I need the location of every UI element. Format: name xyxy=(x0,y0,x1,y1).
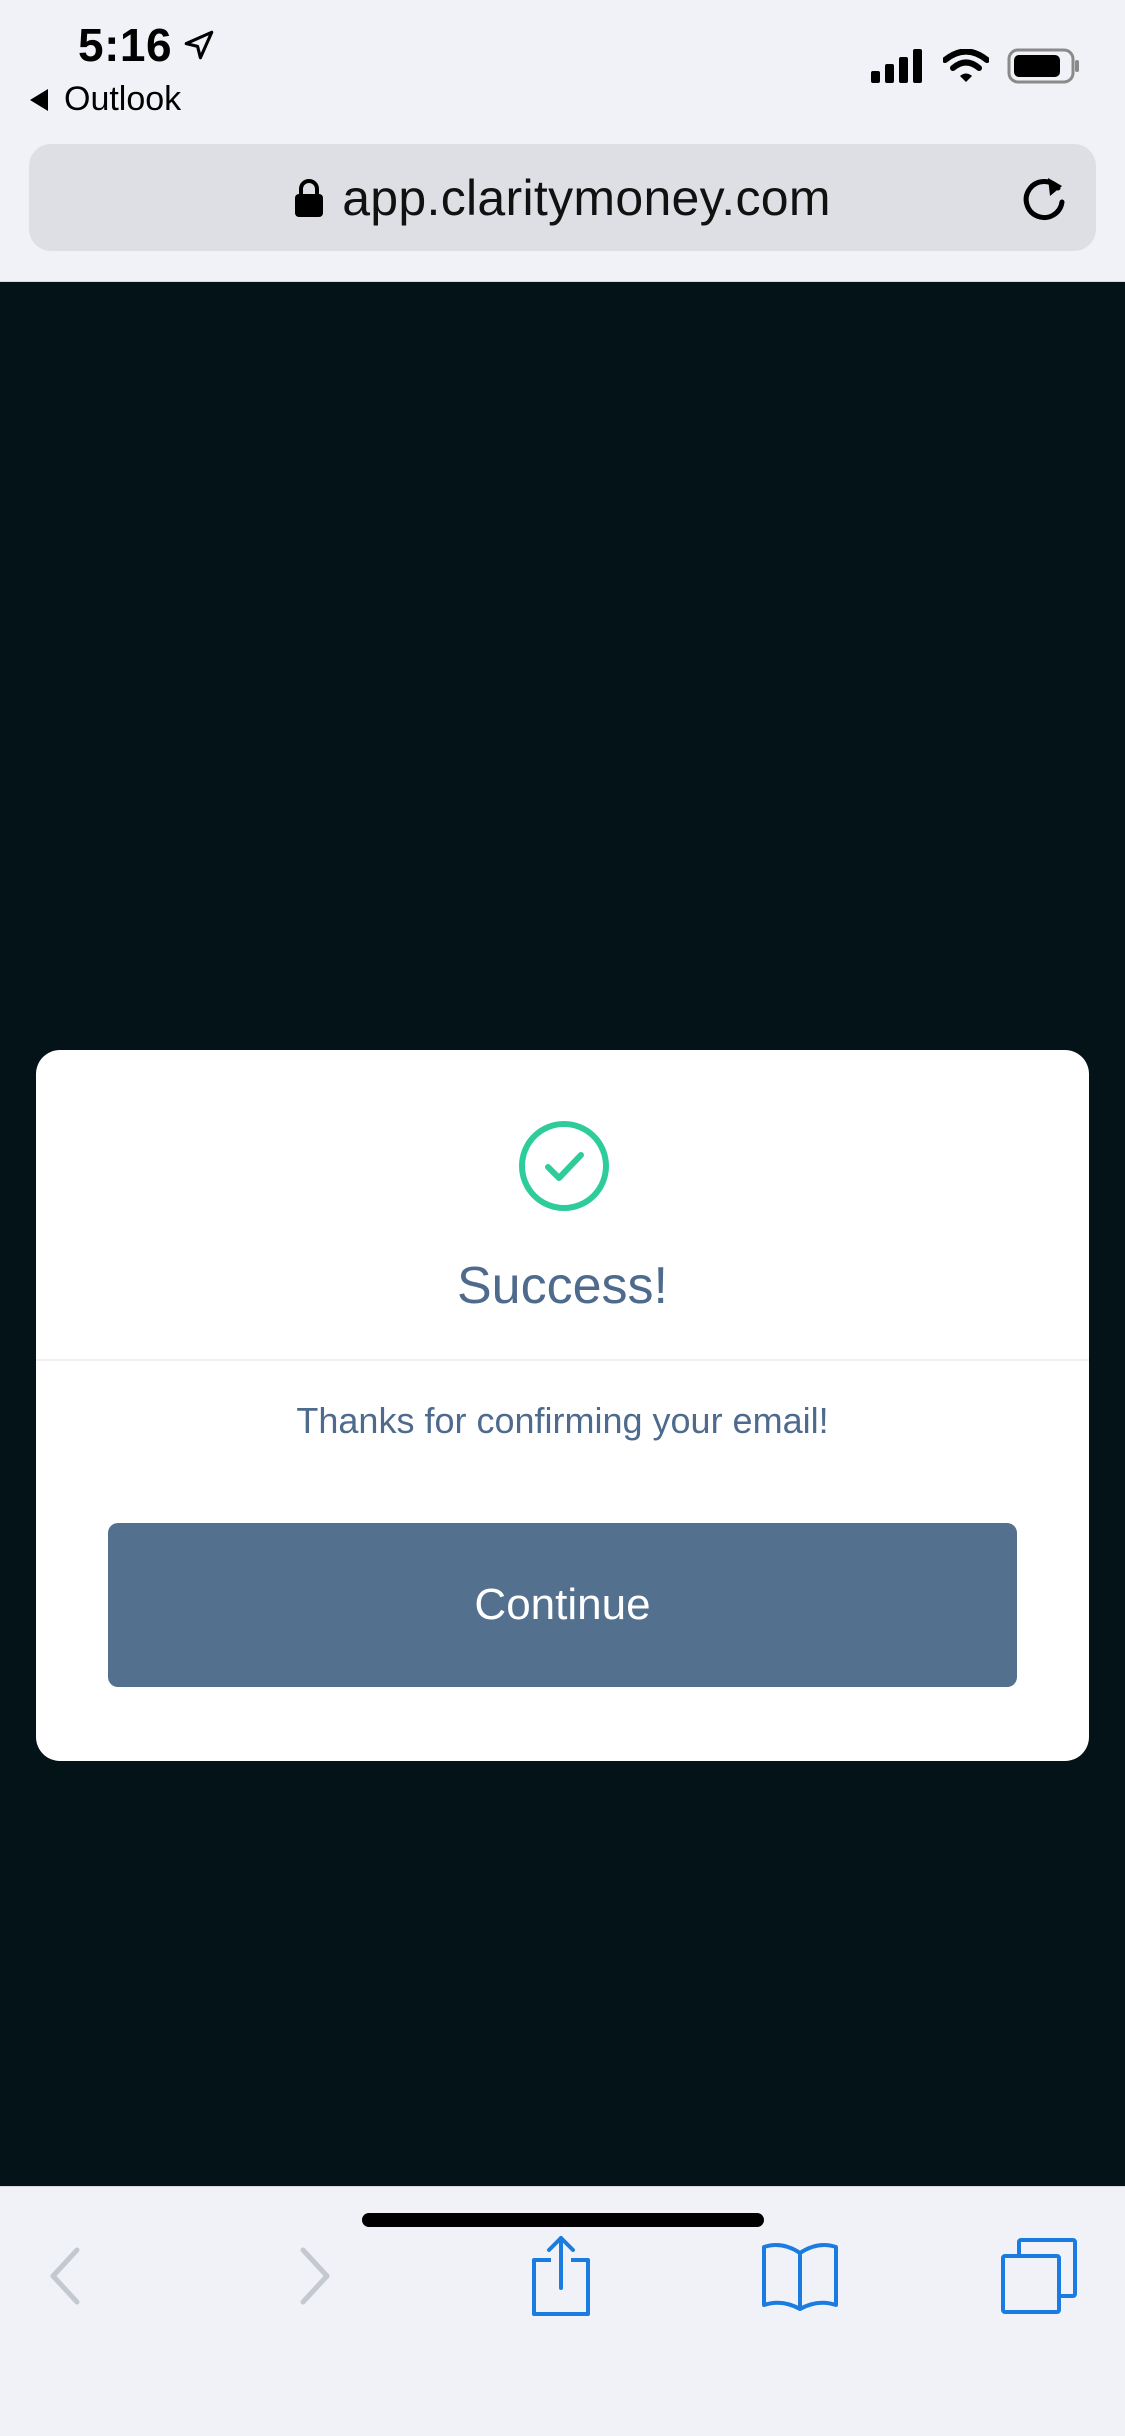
url-bar[interactable]: app.claritymoney.com xyxy=(29,144,1096,251)
cellular-signal-icon xyxy=(871,49,922,83)
modal-divider xyxy=(36,1359,1089,1361)
check-circle-icon xyxy=(519,1121,609,1211)
status-time-text: 5:16 xyxy=(78,19,173,71)
browser-top-chrome: 5:16 Outlook app.claritymoney.com xyxy=(0,0,1125,282)
tabs-icon xyxy=(1001,2238,1077,2314)
tabs-button[interactable] xyxy=(994,2231,1084,2321)
continue-button[interactable]: Continue xyxy=(108,1523,1017,1687)
share-button[interactable] xyxy=(516,2231,606,2321)
back-to-app-link[interactable]: Outlook xyxy=(28,80,181,119)
forward-icon xyxy=(300,2247,330,2305)
reload-icon[interactable] xyxy=(1018,172,1070,224)
url-text: app.claritymoney.com xyxy=(342,169,831,226)
back-button[interactable] xyxy=(20,2231,110,2321)
home-indicator xyxy=(362,2213,764,2227)
back-icon xyxy=(50,2247,80,2305)
battery-icon xyxy=(1007,48,1079,84)
url-display: app.claritymoney.com xyxy=(29,144,1096,251)
bookmarks-button[interactable] xyxy=(755,2231,845,2321)
modal-message: Thanks for confirming your email! xyxy=(296,1400,829,1441)
location-arrow-icon xyxy=(184,30,214,60)
bookmarks-icon xyxy=(762,2243,838,2311)
back-app-label: Outlook xyxy=(64,80,182,118)
forward-button[interactable] xyxy=(270,2231,360,2321)
status-time: 5:16 xyxy=(78,18,216,72)
wifi-icon xyxy=(943,49,989,82)
lock-icon xyxy=(295,178,324,217)
back-triangle-icon xyxy=(30,88,48,111)
modal-title: Success! xyxy=(457,1257,668,1315)
status-indicators xyxy=(871,48,1081,84)
success-modal: Success! Thanks for confirming your emai… xyxy=(36,1050,1089,1761)
share-icon xyxy=(532,2236,590,2316)
